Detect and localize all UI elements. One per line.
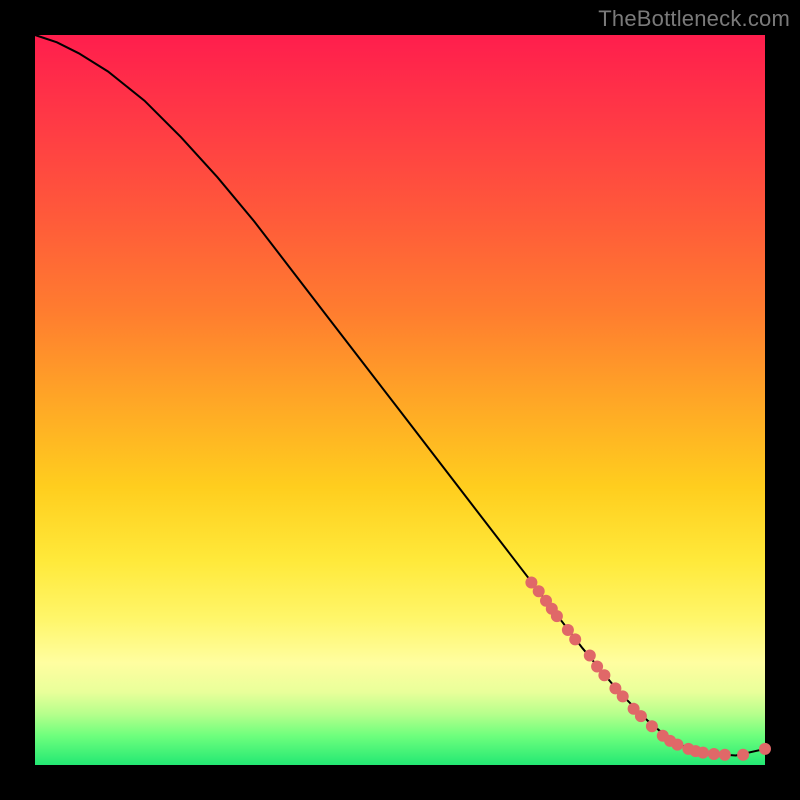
chart-frame: TheBottleneck.com	[0, 0, 800, 800]
highlight-marker	[671, 739, 683, 751]
highlight-marker-group	[525, 577, 771, 761]
highlight-marker	[719, 749, 731, 761]
highlight-marker	[759, 743, 771, 755]
watermark-text: TheBottleneck.com	[598, 6, 790, 32]
highlight-marker	[598, 669, 610, 681]
highlight-marker	[617, 690, 629, 702]
highlight-marker	[697, 747, 709, 759]
highlight-marker	[635, 710, 647, 722]
bottleneck-curve	[35, 35, 765, 756]
highlight-marker	[584, 650, 596, 662]
chart-overlay-svg	[35, 35, 765, 765]
highlight-marker	[551, 610, 563, 622]
highlight-marker	[569, 633, 581, 645]
highlight-marker	[646, 720, 658, 732]
highlight-marker	[708, 748, 720, 760]
highlight-marker	[737, 749, 749, 761]
highlight-marker	[533, 585, 545, 597]
highlight-marker	[562, 624, 574, 636]
